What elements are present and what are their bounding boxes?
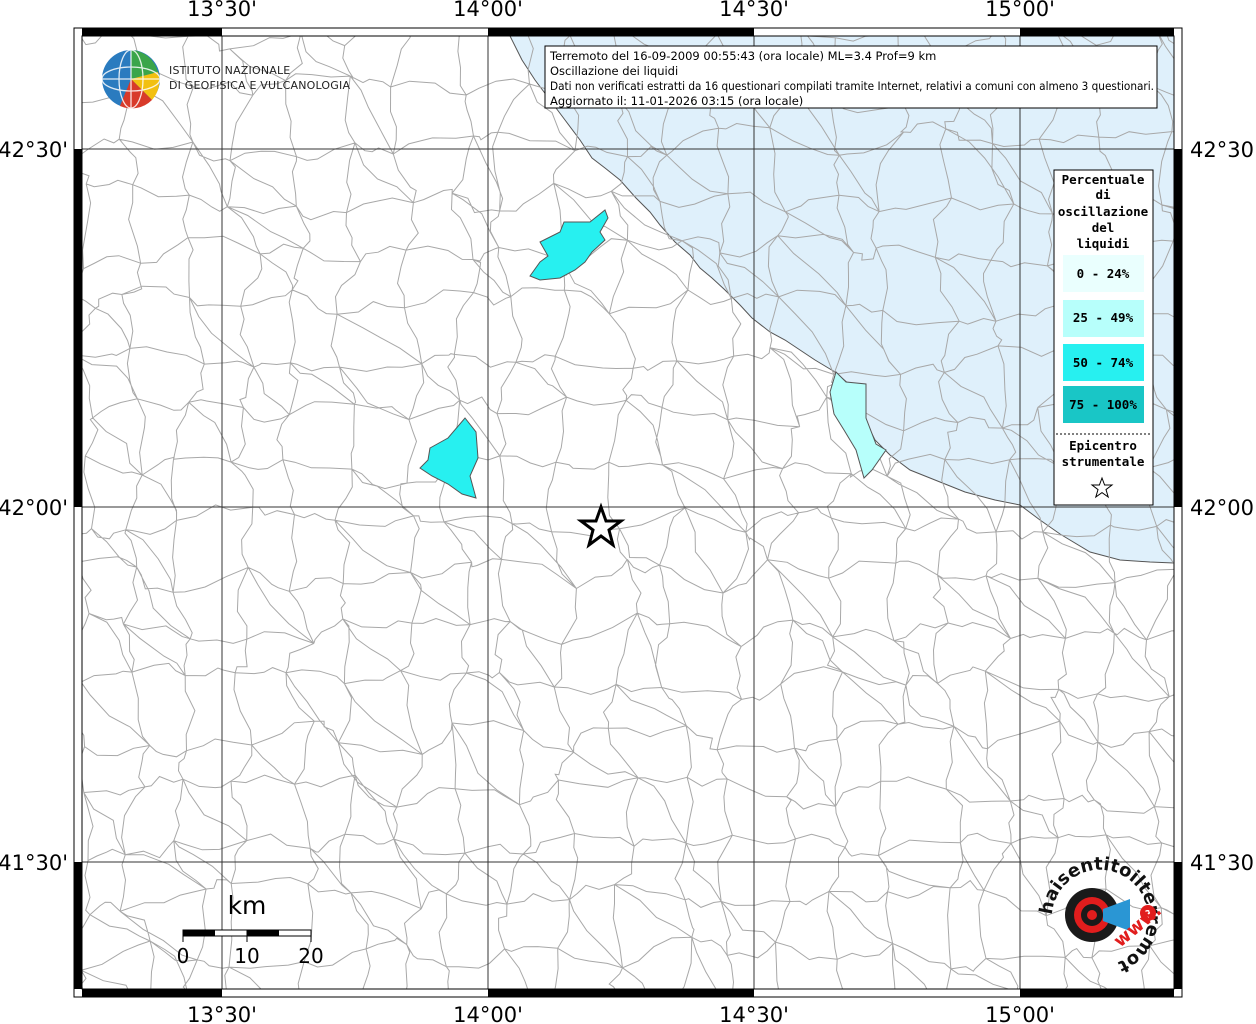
info-note: Dati non verificati estratti da 16 quest…: [550, 79, 1154, 93]
info-box: Terremoto del 16-09-2009 00:55:43 (ora l…: [544, 45, 1158, 109]
lat-label-left-2: 42°00': [0, 496, 68, 520]
scale-tick-20: 20: [298, 944, 323, 968]
lat-label-left-1: 42°30': [0, 138, 68, 162]
lon-label-top-4: 15°00': [985, 0, 1055, 21]
legend-title-3: oscillazione: [1058, 204, 1149, 219]
legend-title-5: liquidi: [1077, 236, 1130, 251]
scale-tick-10: 10: [234, 944, 259, 968]
legend-title-4: del: [1092, 220, 1115, 235]
ingv-name-line1: ISTITUTO NAZIONALE: [169, 64, 290, 77]
legend: Percentuale di oscillazione del liquidi …: [1053, 169, 1154, 506]
lon-label-bottom-2: 14°00': [453, 1003, 523, 1024]
ingv-name-line2: DI GEOFISICA E VULCANOLOGIA: [169, 79, 350, 92]
lat-label-right-2: 42°00': [1190, 496, 1256, 520]
scale-tick-0: 0: [177, 944, 190, 968]
legend-class-4: 75 - 100%: [1069, 397, 1137, 412]
lon-label-top-3: 14°30': [719, 0, 789, 21]
intensity-map: 13°30' 14°00' 14°30' 15°00' 13°30' 14°00…: [0, 0, 1256, 1024]
legend-class-3: 50 - 74%: [1073, 355, 1134, 370]
lon-label-bottom-3: 14°30': [719, 1003, 789, 1024]
lat-label-left-3: 41°30': [0, 851, 68, 875]
scale-unit: km: [228, 891, 267, 920]
legend-title-2: di: [1095, 187, 1111, 202]
lon-label-bottom-1: 13°30': [187, 1003, 257, 1024]
lat-label-right-1: 42°30': [1190, 138, 1256, 162]
info-title: Terremoto del 16-09-2009 00:55:43 (ora l…: [549, 49, 936, 63]
legend-title-1: Percentuale: [1062, 172, 1145, 187]
info-updated: Aggiornato il: 11-01-2026 03:15 (ora loc…: [550, 94, 803, 108]
legend-class-1: 0 - 24%: [1077, 266, 1130, 281]
lon-label-top-1: 13°30': [187, 0, 257, 21]
legend-epicenter-1: Epicentro: [1069, 438, 1137, 453]
lon-label-top-2: 14°00': [453, 0, 523, 21]
lon-label-bottom-4: 15°00': [985, 1003, 1055, 1024]
legend-class-2: 25 - 49%: [1073, 310, 1134, 325]
lat-label-right-3: 41°30': [1190, 851, 1256, 875]
legend-epicenter-2: strumentale: [1062, 454, 1145, 469]
info-subtitle: Oscillazione dei liquidi: [550, 64, 678, 78]
